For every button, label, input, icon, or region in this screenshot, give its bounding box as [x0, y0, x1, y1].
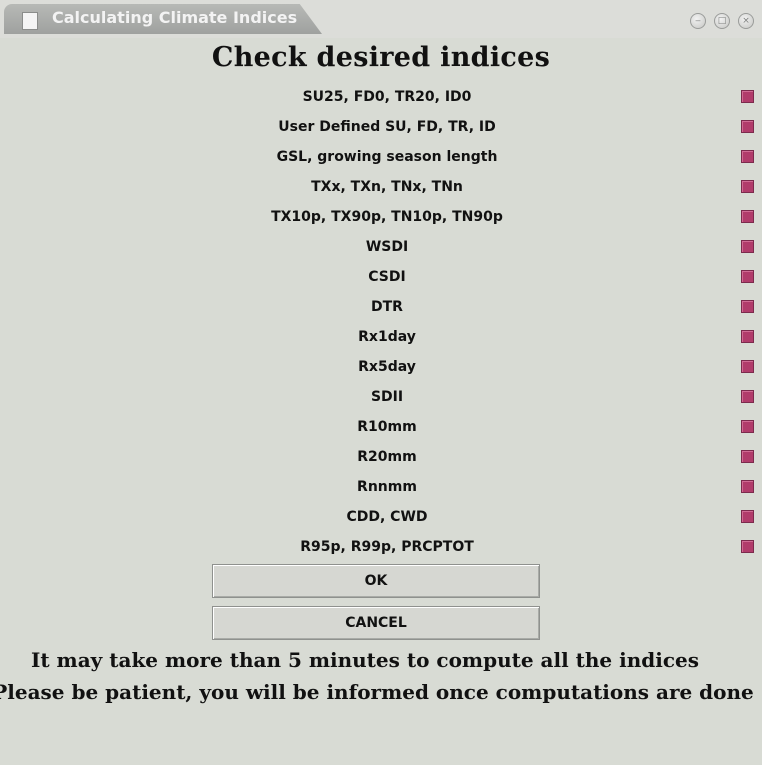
- index-row: CSDI: [0, 262, 762, 292]
- index-row: SU25, FD0, TR20, ID0: [0, 82, 762, 112]
- index-label: TX10p, TX90p, TN10p, TN90p: [271, 209, 503, 225]
- dialog-heading: Check desired indices: [211, 42, 551, 73]
- index-row: TXx, TXn, TNx, TNn: [0, 172, 762, 202]
- index-row: DTR: [0, 292, 762, 322]
- index-label: R95p, R99p, PRCPTOT: [300, 539, 474, 555]
- info-message-patience: Please be patient, you will be informed …: [0, 680, 754, 704]
- index-checkbox[interactable]: [741, 300, 754, 313]
- index-checkbox[interactable]: [741, 510, 754, 523]
- window-title: Calculating Climate Indices: [52, 8, 298, 27]
- index-label: WSDI: [365, 239, 409, 255]
- window-document-icon: [22, 12, 38, 30]
- index-label: CSDI: [368, 269, 406, 285]
- index-checkbox[interactable]: [741, 90, 754, 103]
- index-row: R95p, R99p, PRCPTOT: [0, 532, 762, 562]
- index-checkbox[interactable]: [741, 180, 754, 193]
- index-checkbox[interactable]: [741, 480, 754, 493]
- index-label: GSL, growing season length: [276, 149, 498, 165]
- minimize-button[interactable]: ‒: [690, 13, 706, 29]
- index-label: SU25, FD0, TR20, ID0: [302, 89, 472, 105]
- index-checkbox[interactable]: [741, 240, 754, 253]
- index-label: TXx, TXn, TNx, TNn: [311, 179, 463, 195]
- index-checkbox[interactable]: [741, 420, 754, 433]
- close-button[interactable]: ×: [738, 13, 754, 29]
- index-label: DTR: [371, 299, 403, 315]
- cancel-button[interactable]: CANCEL: [212, 606, 540, 640]
- index-row: R10mm: [0, 412, 762, 442]
- title-bar[interactable]: Calculating Climate Indices ‒ □ ×: [0, 0, 762, 38]
- index-row: Rnnmm: [0, 472, 762, 502]
- ok-button[interactable]: OK: [212, 564, 540, 598]
- index-checkbox[interactable]: [741, 330, 754, 343]
- index-label: Rx5day: [358, 359, 416, 375]
- index-row: SDII: [0, 382, 762, 412]
- index-checkbox[interactable]: [741, 360, 754, 373]
- index-label: CDD, CWD: [346, 509, 428, 525]
- index-label: User Defined SU, FD, TR, ID: [278, 119, 496, 135]
- info-message-duration: It may take more than 5 minutes to compu…: [30, 648, 700, 672]
- index-label: SDII: [370, 389, 404, 405]
- climate-indices-dialog: Calculating Climate Indices ‒ □ × Check …: [0, 0, 762, 765]
- index-row: CDD, CWD: [0, 502, 762, 532]
- index-row: R20mm: [0, 442, 762, 472]
- index-row: GSL, growing season length: [0, 142, 762, 172]
- index-row: Rx1day: [0, 322, 762, 352]
- index-checkbox[interactable]: [741, 450, 754, 463]
- index-row: TX10p, TX90p, TN10p, TN90p: [0, 202, 762, 232]
- index-checkbox[interactable]: [741, 150, 754, 163]
- index-label: R10mm: [357, 419, 417, 435]
- index-row: WSDI: [0, 232, 762, 262]
- index-row: User Defined SU, FD, TR, ID: [0, 112, 762, 142]
- index-checkbox[interactable]: [741, 270, 754, 283]
- index-label: R20mm: [357, 449, 417, 465]
- maximize-button[interactable]: □: [714, 13, 730, 29]
- index-checkbox[interactable]: [741, 210, 754, 223]
- index-label: Rx1day: [358, 329, 416, 345]
- index-row: Rx5day: [0, 352, 762, 382]
- index-checkbox[interactable]: [741, 390, 754, 403]
- index-checkbox[interactable]: [741, 540, 754, 553]
- index-checkbox[interactable]: [741, 120, 754, 133]
- index-label: Rnnmm: [357, 479, 417, 495]
